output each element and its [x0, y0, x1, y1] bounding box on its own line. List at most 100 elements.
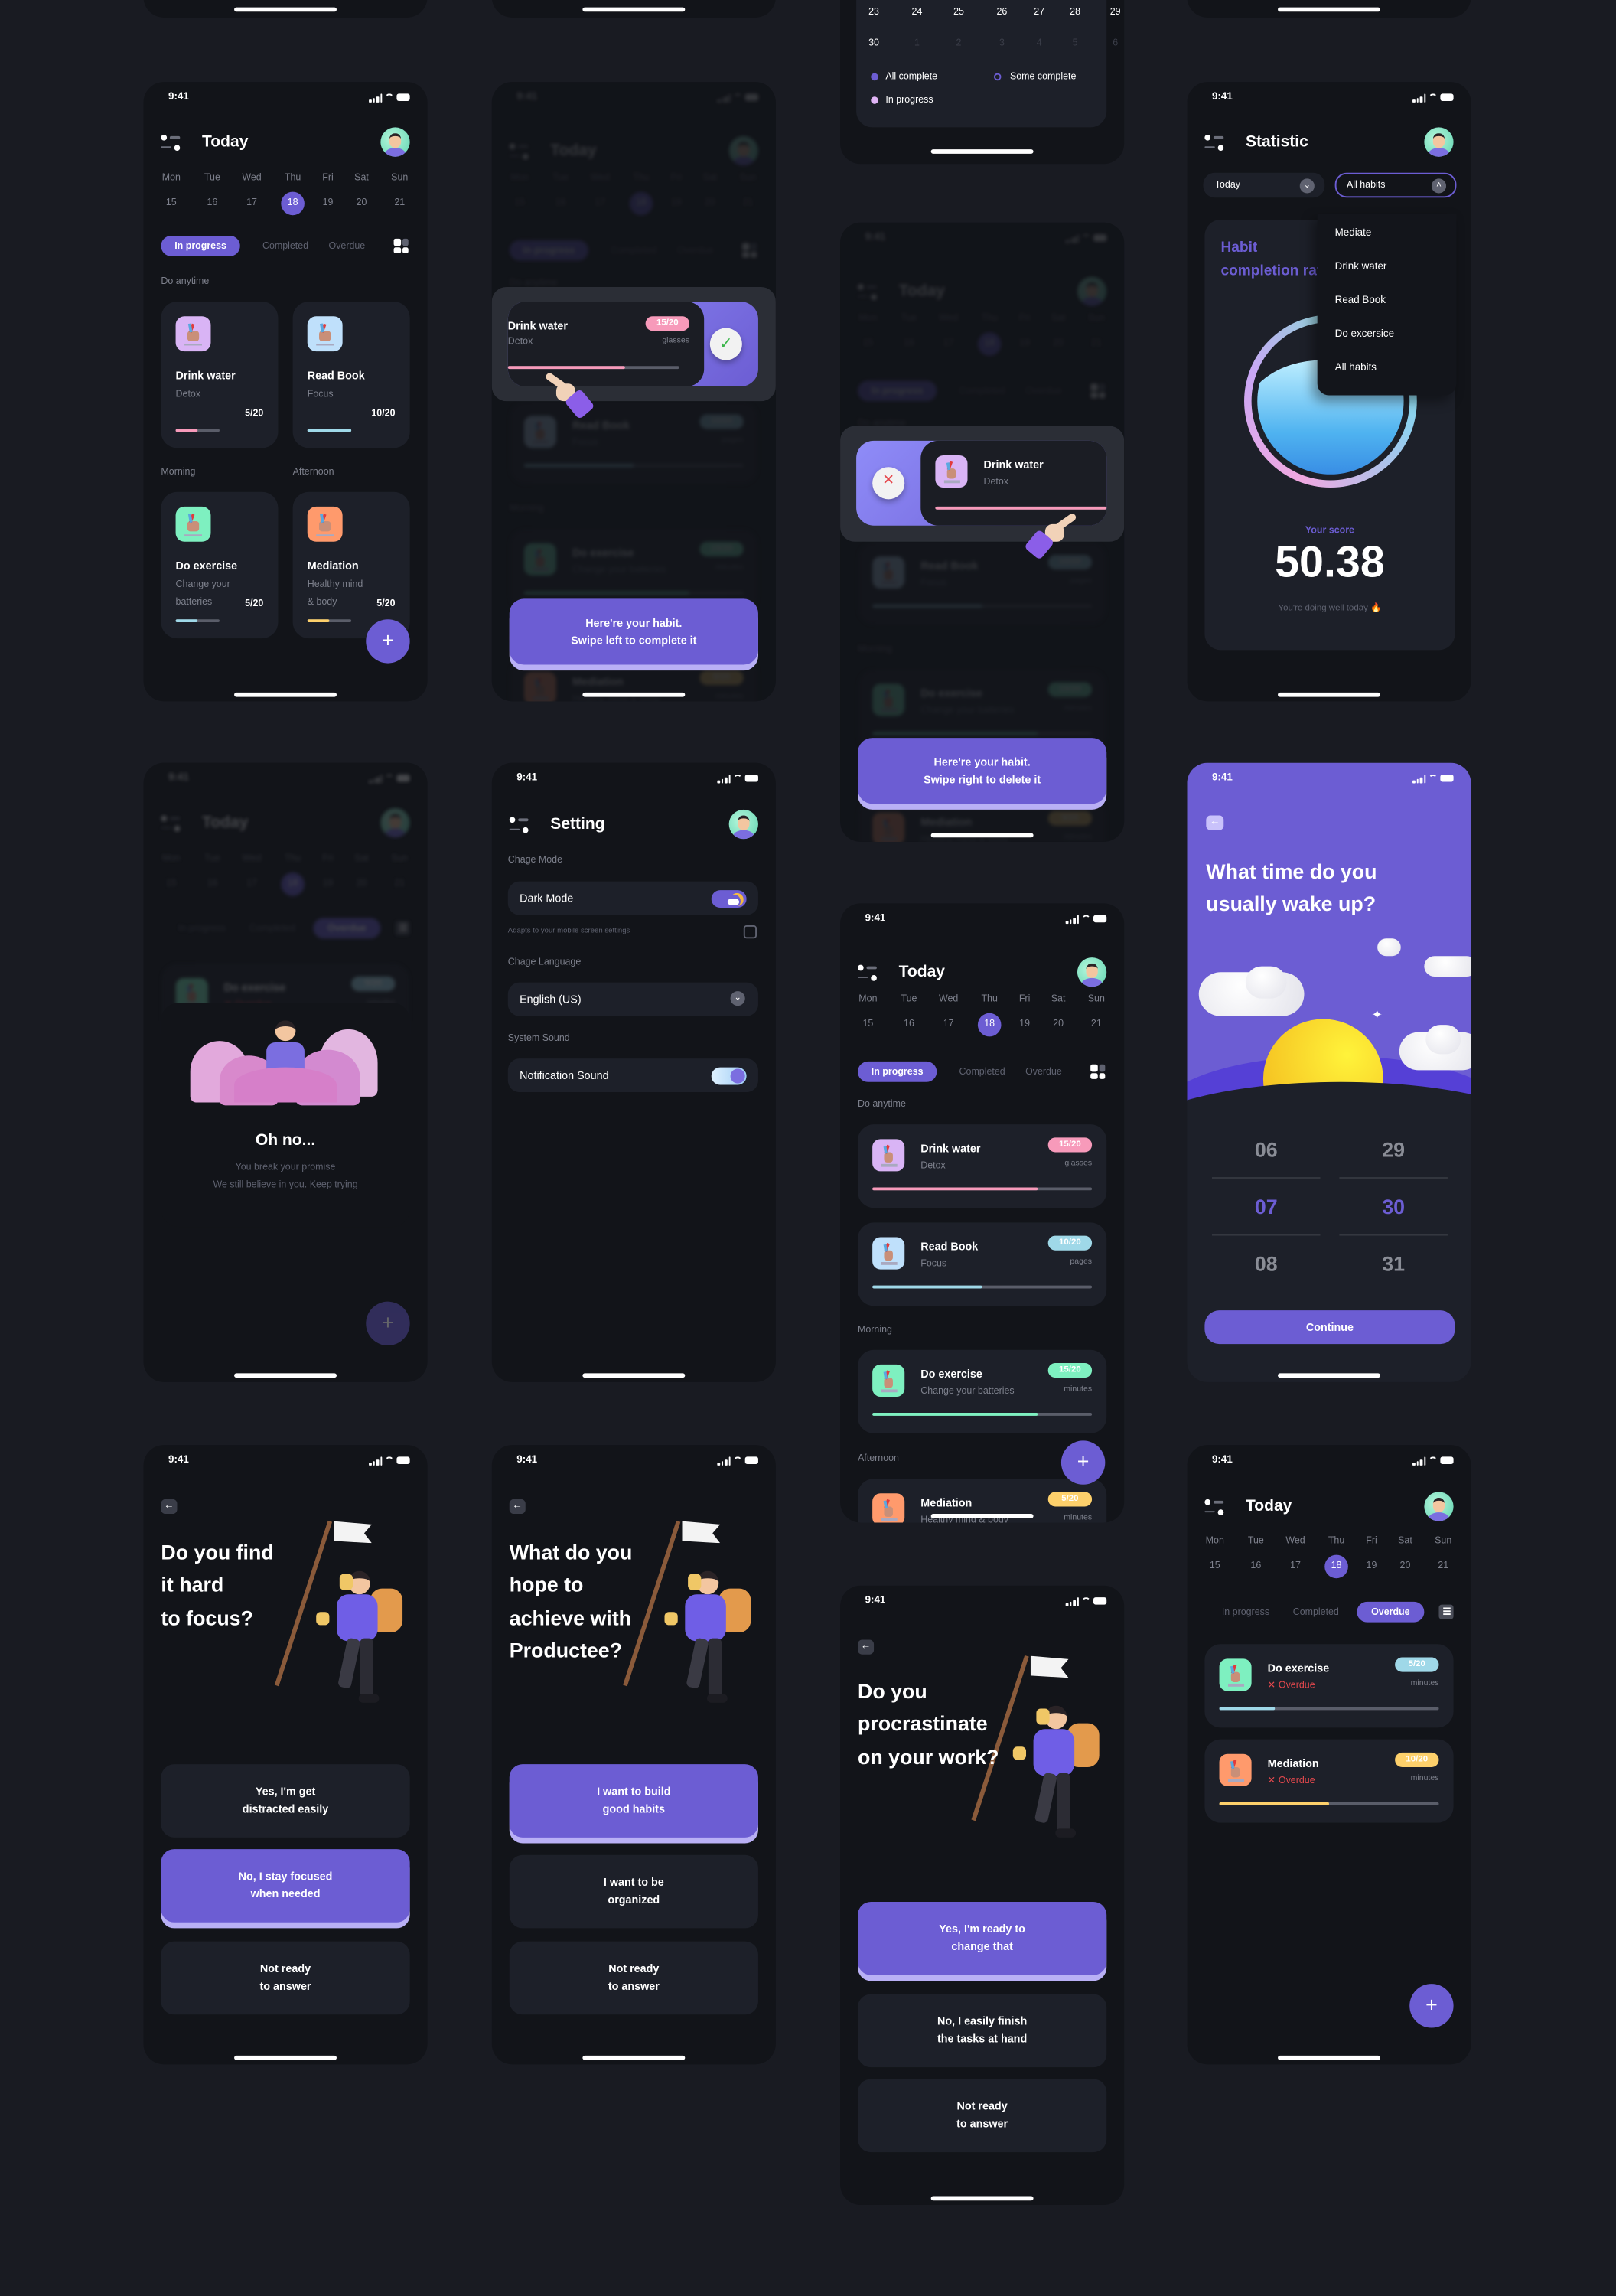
- date-17[interactable]: 17: [240, 192, 264, 216]
- add-habit-button[interactable]: +: [1409, 1984, 1454, 2028]
- calendar-day[interactable]: 6: [1098, 38, 1124, 48]
- add-habit-button[interactable]: +: [366, 1301, 410, 1346]
- dark-mode-toggle[interactable]: [711, 890, 747, 908]
- date-20[interactable]: 20: [1393, 1555, 1417, 1579]
- tab-in-progress[interactable]: In progress: [161, 235, 240, 256]
- date-18[interactable]: 18: [1324, 1554, 1348, 1579]
- menu-dots-icon[interactable]: [1204, 1499, 1224, 1515]
- date-15[interactable]: 15: [160, 192, 184, 216]
- habit-card[interactable]: Drink water Detox 5/20: [161, 302, 279, 448]
- date-20[interactable]: 20: [350, 192, 373, 216]
- answer-option[interactable]: Not ready to answer: [509, 1941, 758, 2015]
- date-21[interactable]: 21: [388, 192, 412, 216]
- tab-completed[interactable]: Completed: [253, 236, 318, 256]
- menu-item[interactable]: Read Book: [1335, 295, 1386, 305]
- date-15[interactable]: 15: [1203, 1555, 1227, 1579]
- habit-card[interactable]: Read Book Focus 10/20 pages: [858, 1222, 1107, 1306]
- add-habit-button[interactable]: +: [366, 619, 410, 664]
- date-17[interactable]: 17: [937, 1013, 960, 1037]
- calendar-day[interactable]: 3: [984, 38, 1019, 48]
- menu-dots-icon[interactable]: [1204, 134, 1224, 151]
- minute-option[interactable]: 31: [1339, 1252, 1448, 1276]
- tab-overdue[interactable]: Overdue: [313, 918, 381, 939]
- hour-option[interactable]: 06: [1212, 1137, 1321, 1161]
- calendar-day[interactable]: 25: [941, 8, 976, 18]
- date-16[interactable]: 16: [1244, 1555, 1268, 1579]
- hour-option[interactable]: 08: [1212, 1252, 1321, 1276]
- tab-completed[interactable]: Completed: [950, 1062, 1015, 1082]
- continue-button[interactable]: Continue: [1204, 1310, 1455, 1345]
- menu-item[interactable]: Mediate: [1335, 228, 1372, 238]
- tab-completed[interactable]: Completed: [240, 918, 305, 938]
- notification-sound-toggle[interactable]: [711, 1067, 747, 1085]
- date-19[interactable]: 19: [1013, 1013, 1037, 1037]
- tab-overdue[interactable]: Overdue: [314, 236, 379, 256]
- date-20[interactable]: 20: [1047, 1013, 1070, 1037]
- date-21[interactable]: 21: [388, 872, 412, 896]
- calendar-day[interactable]: 23: [856, 8, 891, 18]
- menu-dots-icon[interactable]: [509, 817, 529, 833]
- date-19[interactable]: 19: [316, 872, 340, 896]
- user-avatar[interactable]: [380, 127, 410, 157]
- minute-option[interactable]: 29: [1339, 1137, 1448, 1161]
- menu-item[interactable]: Drink water: [1335, 262, 1387, 272]
- answer-option[interactable]: I want to build good habits: [509, 1764, 758, 1838]
- period-dropdown[interactable]: Today ⌄: [1203, 172, 1325, 198]
- date-17[interactable]: 17: [1284, 1555, 1308, 1579]
- habit-card[interactable]: Do exercise ✕Overdue 5/20 minutes: [1204, 1644, 1454, 1728]
- menu-dots-icon[interactable]: [858, 964, 877, 981]
- user-avatar[interactable]: [380, 807, 410, 838]
- habit-card[interactable]: Drink water Detox 15/20 glasses: [858, 1124, 1107, 1208]
- calendar-day[interactable]: 4: [1021, 38, 1057, 48]
- habit-card[interactable]: Mediation Healthy mind & body 5/20: [292, 491, 410, 639]
- grid-layout-icon[interactable]: [1090, 1064, 1106, 1079]
- answer-option[interactable]: Not ready to answer: [858, 2079, 1107, 2153]
- calendar-day[interactable]: 28: [1057, 8, 1093, 18]
- date-18[interactable]: 18: [977, 1013, 1002, 1037]
- date-16[interactable]: 16: [200, 872, 224, 896]
- language-dropdown[interactable]: English (US) ⌄: [507, 982, 758, 1016]
- complete-check-button[interactable]: ✓: [709, 328, 742, 360]
- menu-item[interactable]: All habits: [1335, 363, 1377, 373]
- tab-in-progress[interactable]: In progress: [858, 1061, 937, 1082]
- date-21[interactable]: 21: [1432, 1555, 1455, 1579]
- calendar-day[interactable]: 24: [900, 8, 935, 18]
- calendar-day[interactable]: 5: [1057, 38, 1093, 48]
- date-20[interactable]: 20: [350, 872, 373, 896]
- date-15[interactable]: 15: [160, 872, 184, 896]
- tab-completed[interactable]: Completed: [1284, 1602, 1348, 1623]
- habit-card[interactable]: Do exercise Change your batteries 15/20 min…: [858, 1349, 1107, 1433]
- calendar-day[interactable]: 26: [984, 8, 1019, 18]
- menu-item[interactable]: Do excersice: [1335, 329, 1394, 339]
- adapt-checkbox[interactable]: [743, 925, 758, 939]
- date-18[interactable]: 18: [281, 872, 305, 896]
- delete-button[interactable]: ✕: [872, 467, 905, 500]
- calendar-day[interactable]: 27: [1021, 8, 1057, 18]
- date-18[interactable]: 18: [281, 191, 305, 216]
- answer-option[interactable]: Yes, I'm get distracted easily: [161, 1764, 410, 1838]
- date-19[interactable]: 19: [1360, 1555, 1383, 1579]
- answer-option[interactable]: Not ready to answer: [161, 1941, 410, 2015]
- calendar-day[interactable]: 29: [1098, 8, 1124, 18]
- back-button[interactable]: ←: [509, 1499, 526, 1515]
- habit-card[interactable]: Mediation ✕ Overdue 10/20 minutes: [1204, 1739, 1454, 1823]
- answer-option[interactable]: I want to be organized: [509, 1854, 758, 1929]
- date-19[interactable]: 19: [316, 192, 340, 216]
- date-16[interactable]: 16: [200, 192, 224, 216]
- tab-in-progress[interactable]: In progress: [1214, 1602, 1278, 1623]
- habit-filter-dropdown[interactable]: All habits ˄: [1334, 172, 1457, 198]
- minute-option[interactable]: 30: [1339, 1195, 1448, 1218]
- date-21[interactable]: 21: [1085, 1013, 1109, 1037]
- user-avatar[interactable]: [1424, 127, 1454, 157]
- hour-option[interactable]: 07: [1212, 1195, 1321, 1218]
- menu-dots-icon[interactable]: [161, 134, 181, 151]
- calendar-day[interactable]: 30: [856, 38, 891, 48]
- answer-option[interactable]: No, I easily finish the tasks at hand: [858, 1994, 1107, 2068]
- habit-card[interactable]: Do exercise Change your batteries 5/20: [161, 491, 279, 639]
- grid-layout-icon[interactable]: [393, 238, 409, 253]
- list-layout-icon[interactable]: [1438, 1604, 1454, 1619]
- back-button[interactable]: ←: [161, 1499, 178, 1515]
- date-15[interactable]: 15: [856, 1013, 880, 1037]
- user-avatar[interactable]: [1424, 1492, 1454, 1521]
- date-16[interactable]: 16: [898, 1013, 921, 1037]
